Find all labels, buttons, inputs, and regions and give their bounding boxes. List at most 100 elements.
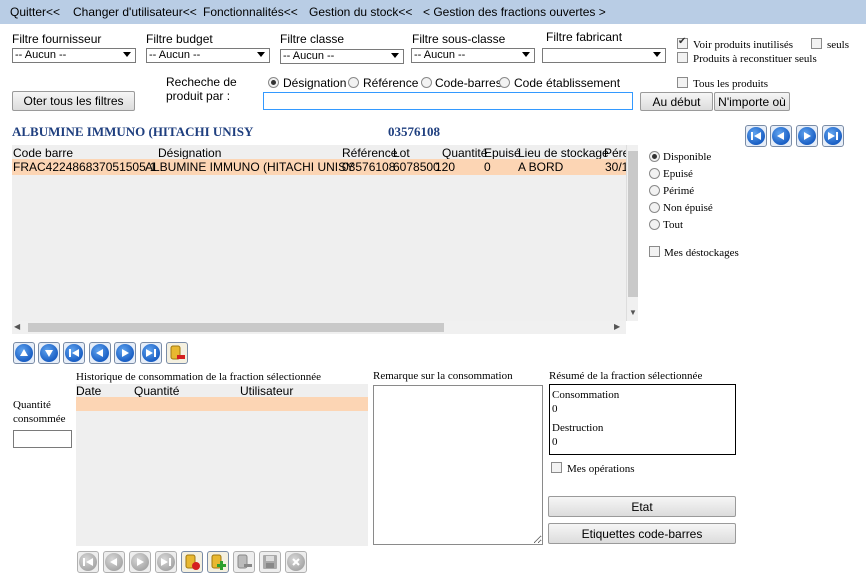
summary-title: Résumé de la fraction sélectionnée [549,370,703,382]
menu-fonctionnalites[interactable]: Fonctionnalités<< [203,5,298,19]
status-disponible-radio[interactable] [649,151,660,162]
move-down-button[interactable] [38,342,60,364]
remove-stock-button[interactable] [166,342,188,364]
history-cancel-button[interactable] [285,551,307,573]
status-disponible-label: Disponible [663,151,712,163]
table-row[interactable]: FRAC422486837051505-1 ALBUMINE IMMUNO (H… [12,159,629,175]
cell-peremption: 30/1 [605,160,629,174]
search-mode-code-etablissement-radio[interactable] [499,77,510,88]
etiquettes-code-barres-button[interactable]: Etiquettes code-barres [548,523,736,544]
chevron-down-icon [123,52,131,57]
database-remove-icon [170,345,185,360]
chevron-down-icon [653,52,661,57]
search-input[interactable] [263,92,633,110]
grid-header-lieu-stockage[interactable]: Lieu de stockage [518,146,609,160]
summary-box: Consommation 0 Destruction 0 [549,384,736,455]
filter-classe-value: -- Aucun -- [283,50,335,62]
menu-gestion-fractions[interactable]: < Gestion des fractions ouvertes > [423,5,606,19]
status-non-epuise-radio[interactable] [649,202,660,213]
vertical-scroll-thumb[interactable] [628,151,638,297]
search-au-debut-button[interactable]: Au début [640,92,713,111]
scroll-left-icon[interactable]: ◀ [14,323,20,331]
history-header-utilisateur[interactable]: Utilisateur [240,384,293,398]
status-perime-radio[interactable] [649,185,660,196]
grid-next-button[interactable] [114,342,136,364]
history-add-record-button[interactable] [207,551,229,573]
status-tout-label: Tout [663,219,684,231]
seuls-label: seuls [827,39,849,51]
history-last-button[interactable] [155,551,177,573]
history-first-button[interactable] [77,551,99,573]
status-epuise-radio[interactable] [649,168,660,179]
remark-title: Remarque sur la consommation [373,370,513,382]
seuls-checkbox[interactable] [811,38,822,49]
filter-budget-label: Filtre budget [146,32,213,46]
scroll-down-icon[interactable]: ▼ [629,309,637,317]
next-record-button[interactable] [796,125,818,147]
first-record-button[interactable] [745,125,767,147]
next-icon [804,132,811,140]
last-icon [146,349,156,357]
move-up-button[interactable] [13,342,35,364]
mes-destockages-label: Mes déstockages [664,247,739,259]
menu-changer-utilisateur[interactable]: Changer d'utilisateur<< [73,5,197,19]
history-previous-button[interactable] [103,551,125,573]
filter-budget-select[interactable]: -- Aucun -- [146,48,270,63]
grid-header-designation[interactable]: Désignation [158,146,221,160]
chevron-down-icon [391,53,399,58]
remark-textarea[interactable] [373,385,543,545]
search-mode-designation-label: Désignation [283,76,347,90]
last-icon [828,132,838,140]
filter-fournisseur-select[interactable]: -- Aucun -- [12,48,136,63]
grid-header-quantite[interactable]: Quantité [442,146,487,160]
horizontal-scroll-thumb[interactable] [28,323,444,332]
tous-produits-checkbox[interactable] [677,77,688,88]
history-save-button[interactable] [259,551,281,573]
filter-classe-label: Filtre classe [280,32,345,46]
chevron-down-icon [257,52,265,57]
history-remove-button[interactable] [233,551,255,573]
search-mode-designation-radio[interactable] [268,77,279,88]
status-tout-radio[interactable] [649,219,660,230]
etat-button[interactable]: Etat [548,496,736,517]
grid-header-epuise[interactable]: Epuisé [484,146,521,160]
fractions-grid[interactable]: Code barre Désignation Référence Lot Qua… [12,145,638,321]
filter-sousclasse-select[interactable]: -- Aucun -- [411,48,535,63]
filter-fabricant-label: Filtre fabricant [546,30,623,44]
voir-inutilises-checkbox[interactable] [677,36,688,49]
history-header-date[interactable]: Date [76,384,101,398]
history-next-button[interactable] [129,551,151,573]
quantity-input[interactable] [13,430,72,448]
grid-header-code-barre[interactable]: Code barre [13,146,73,160]
grid-last-button[interactable] [140,342,162,364]
grid-header-reference[interactable]: Référence [342,146,397,160]
previous-record-button[interactable] [770,125,792,147]
mes-operations-checkbox[interactable] [551,462,562,473]
grid-header-lot[interactable]: Lot [393,146,410,160]
reset-filters-button[interactable]: Oter tous les filtres [12,91,135,111]
reconstituer-checkbox[interactable] [677,52,688,63]
grid-first-button[interactable] [63,342,85,364]
last-record-button[interactable] [822,125,844,147]
grid-horizontal-scrollbar[interactable]: ◀ ▶ [12,321,626,334]
history-grid[interactable]: Date Quantité Utilisateur [76,384,368,546]
mes-destockages-checkbox[interactable] [649,246,660,257]
menu-gestion-stock[interactable]: Gestion du stock<< [309,5,412,19]
grid-previous-button[interactable] [89,342,111,364]
grid-vertical-scrollbar[interactable]: ▼ [626,145,638,321]
history-row[interactable] [76,397,368,411]
history-header-quantite[interactable]: Quantité [134,384,179,398]
cell-code-barre: FRAC422486837051505-1 [13,160,157,174]
filter-fabricant-select[interactable] [542,48,666,63]
history-delete-record-button[interactable] [181,551,203,573]
summary-consommation-label: Consommation [552,389,620,401]
close-icon [292,558,300,566]
search-mode-reference-radio[interactable] [348,77,359,88]
search-mode-codebarres-radio[interactable] [421,77,432,88]
menu-quitter[interactable]: Quitter<< [10,5,60,19]
scroll-right-icon[interactable]: ▶ [614,323,620,331]
search-nimporte-ou-button[interactable]: N'importe où [714,92,790,111]
filter-classe-select[interactable]: -- Aucun -- [280,49,404,64]
filter-sousclasse-label: Filtre sous-classe [412,32,506,46]
summary-destruction-label: Destruction [552,422,604,434]
